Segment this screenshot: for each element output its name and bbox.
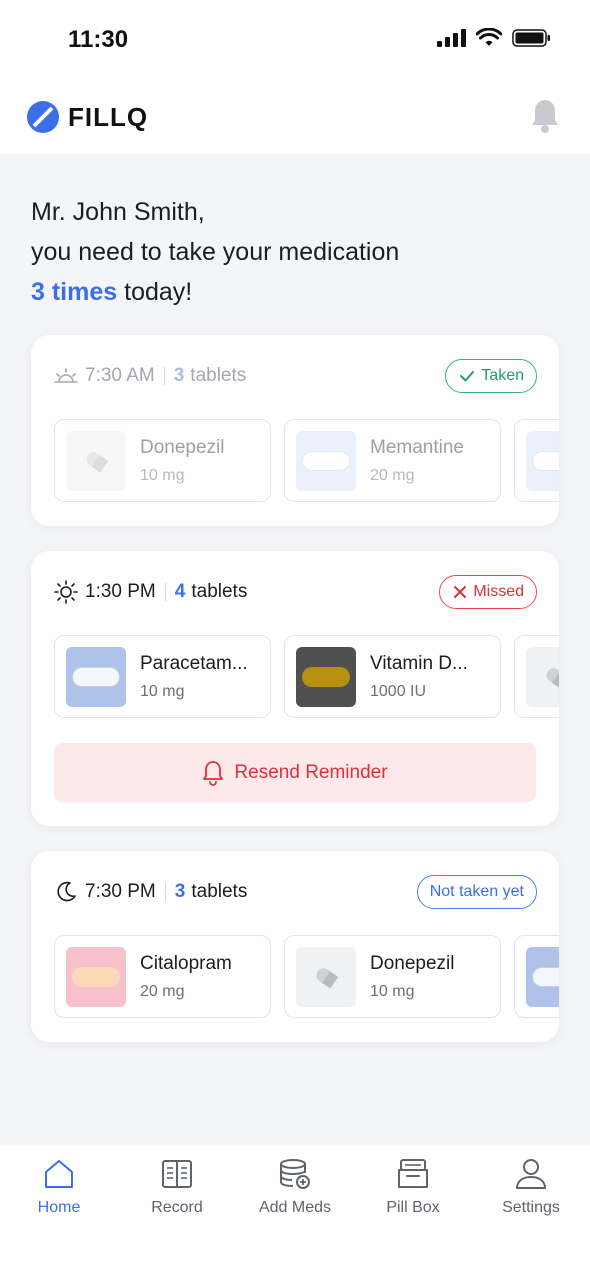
divider — [164, 883, 166, 901]
pill-logo-icon — [27, 101, 59, 133]
nav-label: Record — [151, 1199, 203, 1216]
tablet-unit: tablets — [191, 881, 248, 902]
status-badge-missed: Missed — [439, 575, 537, 609]
nav-label: Add Meds — [258, 1199, 332, 1216]
med-dose: 20 mg — [140, 982, 185, 1000]
divider — [164, 583, 166, 601]
battery-icon — [512, 29, 550, 47]
brand-name: FILLQ — [68, 101, 149, 132]
logo[interactable]: FILLQ — [26, 100, 148, 134]
pill-photo — [66, 646, 126, 707]
status-label: Taken — [481, 367, 524, 384]
med-name: Citalopram — [140, 952, 232, 974]
bell-icon — [203, 760, 224, 786]
schedule-card-morning[interactable]: 7:30 AM 3 tablets Taken Donepezil 10 mg … — [31, 335, 559, 526]
frequency-suffix: today! — [117, 278, 193, 306]
nav-settings[interactable]: Settings — [481, 1157, 581, 1278]
resend-reminder-label: Resend Reminder — [234, 761, 388, 783]
notification-bell-icon[interactable] — [530, 98, 560, 134]
add-meds-icon — [280, 1159, 310, 1189]
med-name: Donepezil — [370, 952, 455, 974]
pill-box-icon — [398, 1159, 428, 1188]
med-item[interactable]: Donepezil 10 mg — [54, 419, 271, 502]
nav-pill-box[interactable]: Pill Box — [363, 1157, 463, 1278]
schedule-card-afternoon[interactable]: 1:30 PM 4 tablets Missed Paracetam... 10… — [31, 551, 559, 826]
greeting: Mr. John Smith, you need to take your me… — [31, 192, 399, 312]
med-name: Vitamin D... — [370, 652, 468, 674]
schedule-time: 1:30 PM — [85, 581, 156, 602]
status-label: Not taken yet — [429, 883, 524, 900]
status-label: Missed — [473, 583, 524, 600]
tablet-count: 3 — [174, 881, 186, 902]
moon-icon — [53, 879, 79, 905]
pill-photo — [526, 430, 559, 491]
pill-placeholder-icon — [526, 646, 559, 707]
greeting-frequency: 3 times today! — [31, 272, 399, 312]
nav-add-meds[interactable]: Add Meds — [245, 1157, 345, 1278]
med-dose: 20 mg — [370, 466, 415, 484]
pill-placeholder-icon — [296, 946, 356, 1007]
med-name: Donepezil — [140, 436, 225, 458]
med-item[interactable]: Citalopram 20 mg — [54, 935, 271, 1018]
med-item[interactable]: Vitamin D... 1000 IU — [284, 635, 501, 718]
med-item[interactable]: Donepezil 10 mg — [284, 935, 501, 1018]
schedule-header: 1:30 PM 4 tablets — [53, 579, 247, 605]
frequency-highlight: 3 times — [31, 278, 118, 306]
med-item-peek[interactable] — [514, 635, 559, 718]
divider — [163, 367, 165, 385]
check-icon — [460, 371, 475, 382]
tablet-count: 3 — [173, 365, 185, 386]
nav-home[interactable]: Home — [9, 1157, 109, 1278]
schedule-card-evening[interactable]: 7:30 PM 3 tablets Not taken yet Citalopr… — [31, 851, 559, 1042]
signal-icon — [437, 29, 466, 47]
nav-label: Settings — [502, 1199, 560, 1216]
med-item-peek[interactable] — [514, 935, 559, 1018]
nav-label: Home — [37, 1199, 81, 1216]
pill-placeholder-icon — [66, 430, 126, 491]
pill-photo — [296, 646, 356, 707]
pill-photo — [526, 946, 559, 1007]
tablet-unit: tablets — [191, 581, 248, 602]
nav-record[interactable]: Record — [127, 1157, 227, 1278]
med-dose: 10 mg — [140, 682, 185, 700]
tablet-unit: tablets — [190, 365, 247, 386]
sunrise-icon — [53, 363, 79, 389]
med-item-peek[interactable] — [514, 419, 559, 502]
med-list: Citalopram 20 mg Donepezil 10 mg — [54, 935, 559, 1018]
settings-icon — [516, 1159, 546, 1189]
schedule-time: 7:30 AM — [85, 365, 155, 386]
greeting-name: Mr. John Smith, — [31, 198, 205, 226]
med-dose: 10 mg — [140, 466, 185, 484]
med-list: Paracetam... 10 mg Vitamin D... 1000 IU — [54, 635, 559, 718]
pill-photo — [66, 946, 126, 1007]
nav-label: Pill Box — [386, 1199, 440, 1216]
app-header: FILLQ — [0, 82, 590, 154]
med-name: Paracetam... — [140, 652, 248, 674]
bottom-nav: Home Record Add Meds Pill Box Settings — [0, 1145, 590, 1278]
status-bar: 11:30 — [0, 0, 590, 82]
med-item[interactable]: Memantine 20 mg — [284, 419, 501, 502]
schedule-time: 7:30 PM — [85, 881, 156, 902]
status-badge-taken: Taken — [445, 359, 537, 393]
tablet-count: 4 — [174, 581, 186, 602]
med-dose: 1000 IU — [370, 682, 427, 700]
close-icon — [454, 586, 467, 598]
status-icons — [436, 28, 552, 48]
schedule-header: 7:30 AM 3 tablets — [53, 363, 246, 389]
greeting-message: you need to take your medication — [31, 238, 400, 266]
status-time: 11:30 — [68, 26, 129, 53]
record-icon — [162, 1160, 192, 1188]
med-list: Donepezil 10 mg Memantine 20 mg — [54, 419, 559, 502]
med-dose: 10 mg — [370, 982, 415, 1000]
sun-icon — [53, 579, 79, 605]
pill-photo — [296, 430, 356, 491]
status-badge-pending: Not taken yet — [416, 875, 537, 909]
med-item[interactable]: Paracetam... 10 mg — [54, 635, 271, 718]
wifi-icon — [476, 28, 502, 46]
med-name: Memantine — [370, 436, 464, 458]
home-icon — [45, 1160, 73, 1188]
resend-reminder-button[interactable]: Resend Reminder — [54, 743, 536, 802]
schedule-header: 7:30 PM 3 tablets — [53, 879, 247, 905]
